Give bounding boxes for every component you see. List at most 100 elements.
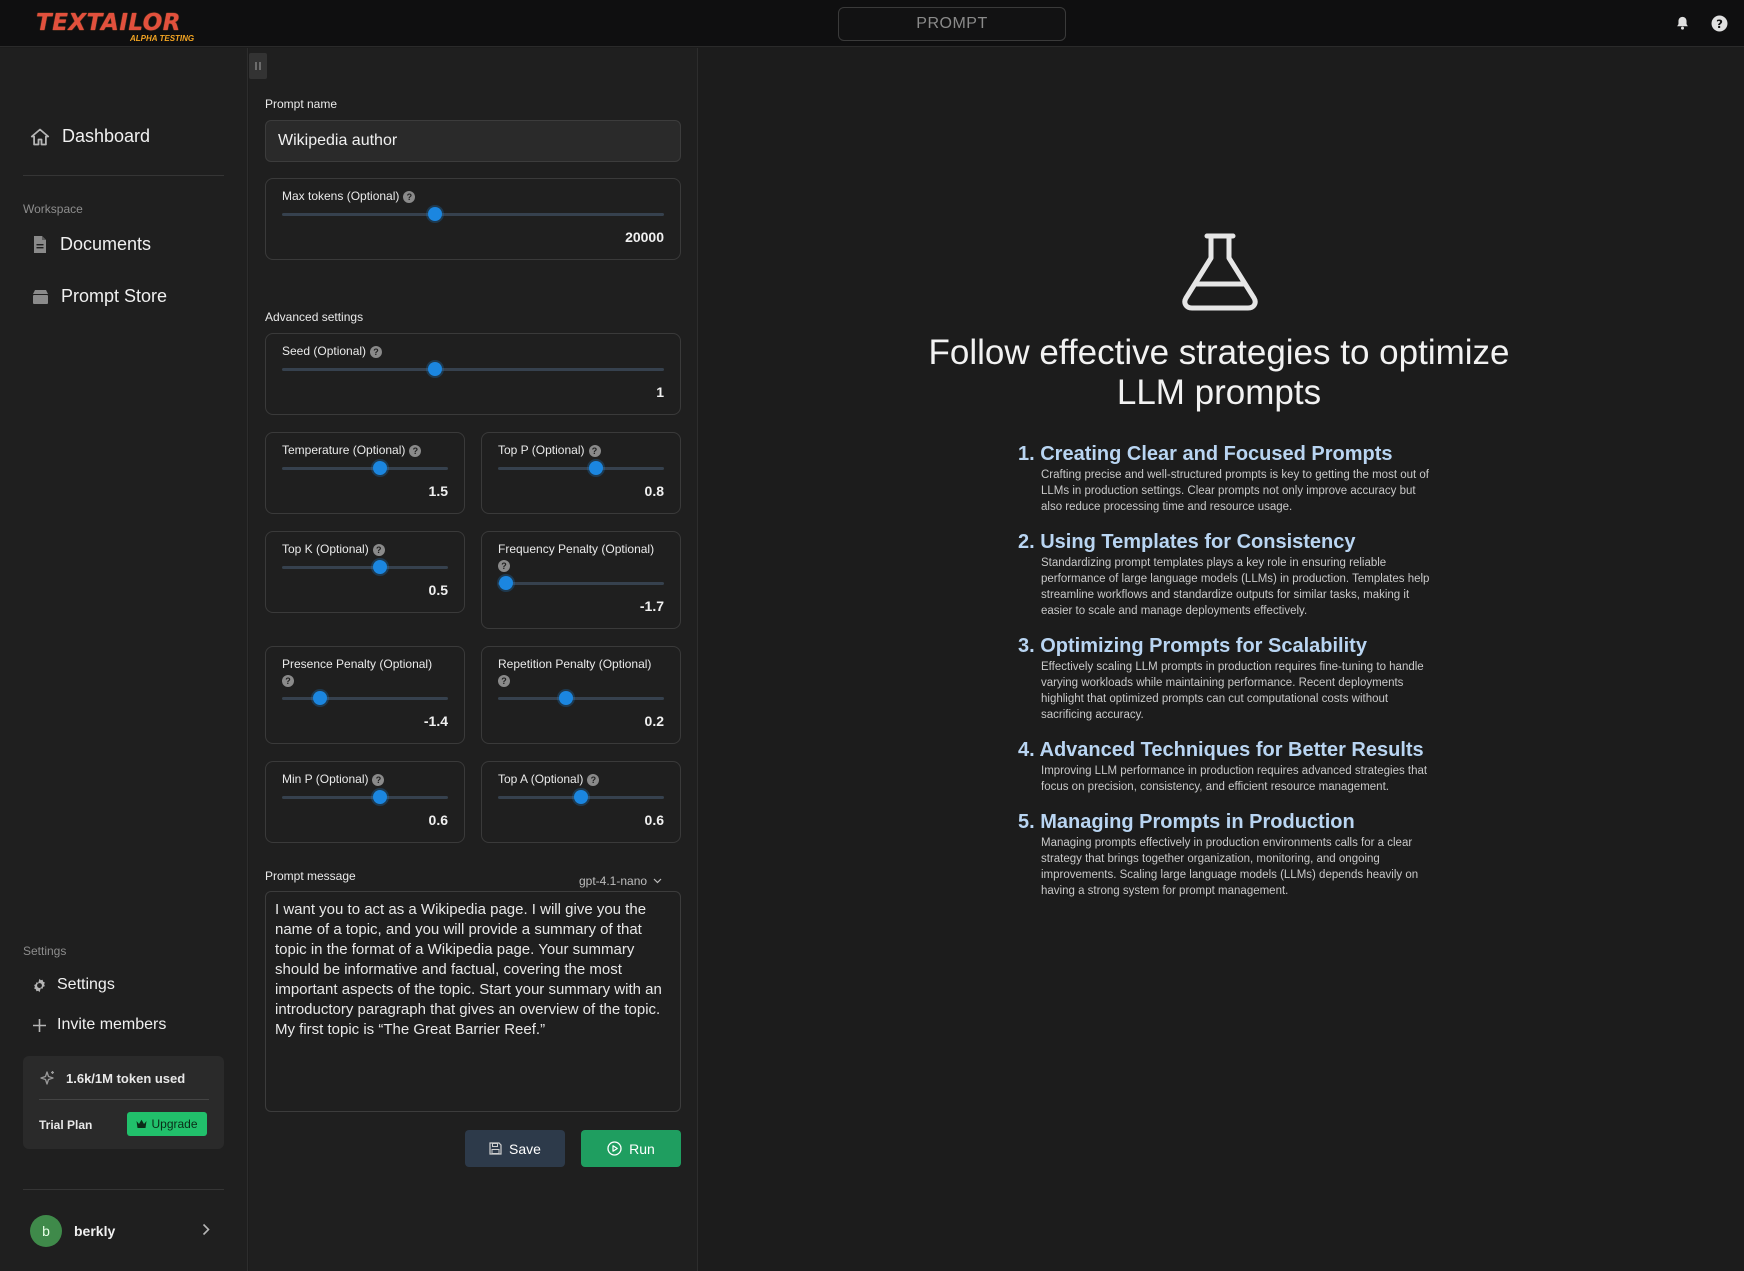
help-icon[interactable]: ? [587,773,600,786]
sidebar: Dashboard Workspace Documents Prompt Sto… [0,48,248,1271]
avatar: b [30,1215,62,1247]
sidebar-item-invite-members[interactable]: Invite members [32,1016,166,1034]
save-label: Save [509,1140,541,1157]
upgrade-button[interactable]: Upgrade [127,1112,207,1136]
tip-body: Effectively scaling LLM prompts in produ… [1041,661,1424,721]
temperature-slider[interactable] [282,461,448,475]
help-icon[interactable]: ? [409,444,422,457]
sidebar-divider [23,175,224,176]
slider-label: Top P (Optional)? [498,442,601,458]
slider-thumb[interactable] [427,207,442,221]
frequency-penalty-slider[interactable] [498,576,664,590]
tips-list: 1. Creating Clear and Focused Prompts Cr… [1018,441,1438,913]
prompt-message-textarea[interactable]: I want you to act as a Wikipedia page. I… [265,891,681,1112]
slider-label: Repetition Penalty (Optional) [498,657,652,671]
slider-thumb[interactable] [427,362,442,376]
frequency-penalty-value: -1.7 [639,598,664,614]
plan-label: Trial Plan [39,1118,93,1132]
workspace-section-label: Workspace [23,202,83,216]
page-title: PROMPT [838,7,1066,41]
slider-thumb[interactable] [372,560,387,574]
top-a-value: 0.6 [644,812,664,828]
tip-body: Standardizing prompt templates plays a k… [1041,557,1430,617]
tips-panel: Follow effective strategies to optimize … [699,48,1744,1271]
advanced-settings-heading: Advanced settings [265,310,364,324]
tip-title: 4. Advanced Techniques for Better Result… [1018,739,1424,761]
help-icon[interactable]: ? [498,675,510,687]
save-button[interactable]: Save [465,1130,565,1167]
help-icon[interactable]: ? [588,444,601,457]
tip-title: 5. Managing Prompts in Production [1018,811,1355,833]
run-button[interactable]: Run [581,1130,681,1167]
top-k-label: Top K (Optional) [282,542,369,556]
tip-title: 1. Creating Clear and Focused Prompts [1018,443,1393,465]
prompt-name-input[interactable] [265,120,681,162]
slider-thumb[interactable] [499,576,514,590]
min-p-slider-card: Min P (Optional)? 0.6 [265,761,465,843]
top-k-slider[interactable] [282,560,448,574]
tip-item: 2. Using Templates for Consistency Stand… [1018,529,1438,619]
temperature-slider-card: Temperature (Optional)? 1.5 [265,432,465,514]
settings-section-label: Settings [23,944,67,958]
sidebar-item-dashboard[interactable]: Dashboard [30,126,150,147]
slider-label: Frequency Penalty (Optional) [498,542,655,556]
seed-label: Seed (Optional) [282,344,367,358]
seed-slider[interactable] [282,362,664,376]
user-name: berkly [74,1223,116,1239]
slider-thumb[interactable] [372,790,387,804]
model-select[interactable]: gpt-4.1-nano [579,874,662,888]
help-icon[interactable]: ? [498,560,510,572]
max-tokens-slider[interactable] [282,207,664,221]
slider-thumb[interactable] [588,461,603,475]
top-p-slider[interactable] [498,461,664,475]
prompt-name-label: Prompt name [265,97,338,111]
top-p-slider-card: Top P (Optional)? 0.8 [481,432,681,514]
help-icon[interactable]: ? [372,773,385,786]
gear-icon [34,978,45,992]
tips-headline: Follow effective strategies to optimize … [928,333,1510,412]
tip-item: 1. Creating Clear and Focused Prompts Cr… [1018,441,1438,515]
top-k-slider-card: Top K (Optional)? 0.5 [265,531,465,613]
sidebar-item-documents[interactable]: Documents [32,234,151,255]
repetition-penalty-slider-card: Repetition Penalty (Optional) ? 0.2 [481,646,681,744]
temperature-value: 1.5 [428,483,448,499]
home-icon [30,128,50,145]
store-icon [33,289,48,304]
tip-item: 3. Optimizing Prompts for Scalability Ef… [1018,633,1438,723]
help-icon[interactable]: ? [403,190,416,203]
sidebar-item-prompt-store[interactable]: Prompt Store [32,286,167,307]
prompt-message-label: Prompt message [265,869,356,883]
max-tokens-value: 20000 [625,229,664,245]
help-icon[interactable]: ? [1710,14,1728,32]
repetition-penalty-slider[interactable] [498,691,664,705]
frequency-penalty-slider-card: Frequency Penalty (Optional) ? -1.7 [481,531,681,629]
top-a-slider[interactable] [498,790,664,804]
save-icon [489,1142,502,1155]
min-p-slider[interactable] [282,790,448,804]
help-icon[interactable]: ? [282,675,294,687]
slider-label: Top A (Optional)? [498,771,600,787]
flask-icon [1182,233,1258,311]
sidebar-item-settings[interactable]: Settings [32,976,115,994]
sidebar-item-label: Settings [57,976,115,993]
tip-title: 3. Optimizing Prompts for Scalability [1018,635,1367,657]
slider-thumb[interactable] [574,790,588,804]
tip-body: Improving LLM performance in production … [1041,765,1428,793]
collapse-sidebar-button[interactable] [249,53,267,79]
slider-thumb[interactable] [313,691,328,705]
tip-body: Managing prompts effectively in producti… [1041,837,1419,897]
help-icon[interactable]: ? [370,345,383,358]
slider-label: Presence Penalty (Optional) [282,657,433,671]
slider-thumb[interactable] [559,691,574,705]
sparkle-icon [40,1071,54,1085]
min-p-label: Min P (Optional) [282,772,369,786]
user-menu[interactable]: b berkly [30,1214,210,1248]
app-logo[interactable]: TEXTAILOR ALPHA TESTING [36,10,194,44]
logo-text: TEXTAILOR [36,10,181,36]
slider-thumb[interactable] [372,461,387,475]
bell-icon[interactable] [1673,14,1691,32]
help-icon[interactable]: ? [372,543,385,556]
sidebar-item-label: Prompt Store [61,286,168,306]
presence-penalty-slider-card: Presence Penalty (Optional) ? -1.4 [265,646,465,744]
presence-penalty-slider[interactable] [282,691,448,705]
